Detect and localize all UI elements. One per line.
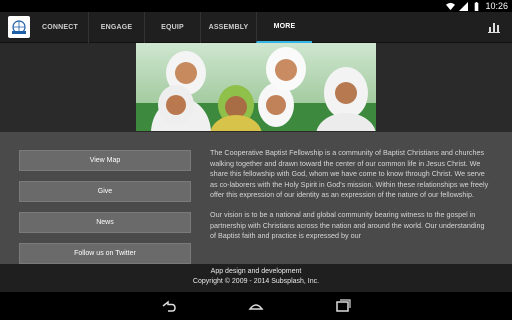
news-button[interactable]: News	[19, 212, 191, 233]
about-paragraph-1: The Cooperative Baptist Fellowship is a …	[210, 148, 489, 200]
follow-twitter-button[interactable]: Follow us on Twitter	[19, 243, 191, 264]
footer: App design and development Copyright © 2…	[0, 264, 512, 292]
about-text: The Cooperative Baptist Fellowship is a …	[210, 148, 490, 251]
wifi-icon	[446, 2, 456, 10]
status-time: 10:26	[485, 1, 508, 11]
give-button[interactable]: Give	[19, 181, 191, 202]
content-area: View Map Give News Follow us on Twitter …	[0, 132, 512, 272]
tab-connect[interactable]: CONNECT	[32, 12, 88, 43]
system-nav-bar	[0, 292, 512, 320]
tab-bar: CONNECT ENGAGE EQUIP ASSEMBLY MORE	[32, 12, 312, 43]
menu-buttons: View Map Give News Follow us on Twitter	[19, 150, 191, 274]
tab-more[interactable]: MORE	[256, 12, 312, 43]
footer-credit[interactable]: App design and development	[0, 267, 512, 277]
signal-icon	[459, 1, 469, 11]
view-map-button[interactable]: View Map	[19, 150, 191, 171]
app-logo[interactable]	[8, 16, 30, 38]
footer-copyright: Copyright © 2009 - 2014 Subsplash, Inc.	[192, 278, 320, 285]
tab-equip[interactable]: EQUIP	[144, 12, 200, 43]
home-icon[interactable]	[247, 297, 265, 315]
tab-engage[interactable]: ENGAGE	[88, 12, 144, 43]
about-paragraph-2: Our vision is to be a national and globa…	[210, 209, 485, 241]
tab-assembly[interactable]: ASSEMBLY	[200, 12, 256, 43]
status-bar: 10:26	[0, 0, 512, 12]
banner-photo	[136, 43, 376, 131]
status-icons: 10:26	[446, 1, 508, 11]
app-bar: CONNECT ENGAGE EQUIP ASSEMBLY MORE	[0, 12, 512, 43]
cbf-logo-icon	[12, 20, 26, 34]
header-banner	[0, 43, 512, 132]
battery-icon	[475, 1, 479, 11]
recent-apps-icon[interactable]	[334, 297, 352, 315]
children-photo-image	[136, 43, 376, 131]
back-icon[interactable]	[160, 297, 178, 315]
bar-chart-icon[interactable]	[488, 21, 500, 33]
